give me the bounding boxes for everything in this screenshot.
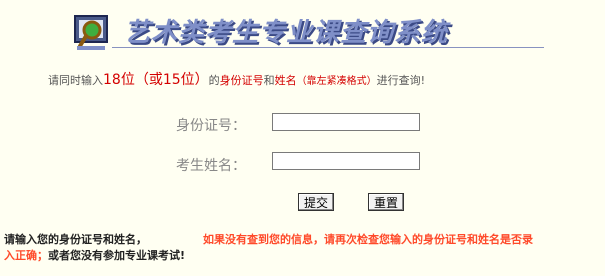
instruction-prefix: 请同时输入 bbox=[48, 74, 103, 87]
student-name-label: 考生姓名： bbox=[176, 158, 246, 174]
reset-button[interactable]: 重置 bbox=[368, 193, 404, 211]
header: 艺术类考生专业课查询系统 bbox=[0, 0, 605, 56]
instruction-format-note: （靠左紧凑格式） bbox=[296, 76, 377, 87]
instruction-name: 姓名 bbox=[274, 74, 297, 87]
magnifier-monitor-icon bbox=[74, 15, 108, 50]
note-not-found: 如果没有查到您的信息，请再次检查您输入的身份证号和姓名是否录 bbox=[203, 233, 533, 246]
instruction-of: 的 bbox=[208, 74, 220, 87]
instruction-digits: 18位（或15位） bbox=[103, 72, 209, 88]
instruction-and: 和 bbox=[263, 74, 275, 87]
id-number-label: 身份证号： bbox=[176, 118, 246, 134]
note-line2-dark: 或者您没有参加专业课考试! bbox=[48, 249, 186, 262]
submit-button[interactable]: 提交 bbox=[298, 193, 334, 211]
note-enter-info: 请输入您的身份证号和姓名， bbox=[4, 233, 147, 246]
id-number-input[interactable] bbox=[272, 113, 420, 131]
note-line2-red: 入正确； bbox=[4, 249, 48, 262]
title-underline bbox=[112, 47, 544, 48]
instruction-suffix: 进行查询! bbox=[376, 74, 426, 87]
page-title: 艺术类考生专业课查询系统 bbox=[124, 18, 449, 48]
student-name-input[interactable] bbox=[272, 152, 420, 170]
note-line-2: 入正确；或者您没有参加专业课考试! bbox=[4, 247, 185, 263]
instruction-text: 请同时输入18位（或15位）的身份证号和姓名（靠左紧凑格式）进行查询! bbox=[48, 69, 425, 89]
instruction-id-number: 身份证号 bbox=[219, 74, 264, 87]
